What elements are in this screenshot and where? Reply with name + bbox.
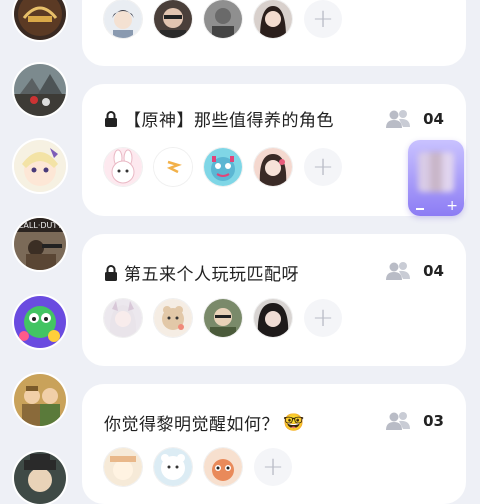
floating-room-widget[interactable]: + (408, 140, 464, 216)
member-avatar[interactable] (204, 148, 242, 186)
member-count: 04 (385, 260, 444, 282)
member-avatar[interactable] (104, 0, 142, 38)
people-icon (386, 262, 411, 280)
add-member-button[interactable]: + (254, 448, 292, 486)
member-avatar[interactable] (204, 448, 242, 486)
add-icon: + (312, 4, 334, 34)
member-avatar[interactable] (254, 148, 292, 186)
room-title: 第五来个人玩玩匹配呀 (104, 260, 299, 285)
game-icon-4[interactable]: CALL·DUTY (14, 218, 66, 270)
member-avatar[interactable] (104, 448, 142, 486)
people-icon (386, 110, 411, 128)
lock-icon (105, 110, 117, 127)
add-icon: + (312, 152, 334, 182)
member-count-value: 04 (423, 262, 444, 280)
member-avatars: + (104, 448, 292, 486)
room-card[interactable]: 你觉得黎明觉醒如何？ 🤓 03 + (82, 384, 466, 504)
room-title-text: 你觉得黎明觉醒如何？ (104, 415, 279, 435)
member-avatars: + (104, 0, 342, 38)
member-avatar[interactable] (204, 0, 242, 38)
add-member-button[interactable]: + (304, 148, 342, 186)
member-avatar[interactable] (104, 299, 142, 337)
people-icon (386, 412, 411, 430)
game-icon-3[interactable] (14, 140, 66, 192)
game-icon-5[interactable] (14, 296, 66, 348)
room-title-text: 【原神】那些值得养的角色 (124, 111, 334, 131)
game-icon-7[interactable] (14, 452, 66, 504)
nerd-face-emoji: 🤓 (283, 412, 305, 433)
add-icon: + (312, 303, 334, 333)
room-card[interactable]: 第五来个人玩玩匹配呀 04 + (82, 234, 466, 366)
indicator-dash (416, 208, 424, 210)
add-member-button[interactable]: + (304, 299, 342, 337)
member-count: 03 (385, 410, 444, 432)
add-icon: + (262, 452, 284, 482)
member-avatar[interactable] (254, 299, 292, 337)
room-card[interactable]: + (82, 0, 466, 66)
member-avatar[interactable] (154, 148, 192, 186)
game-icon-1[interactable] (14, 0, 66, 40)
member-avatars: + (104, 299, 342, 337)
member-avatar[interactable] (154, 0, 192, 38)
svg-text:CALL·DUTY: CALL·DUTY (18, 221, 62, 230)
member-count: 04 (385, 108, 444, 130)
member-avatars: + (104, 148, 342, 186)
member-avatar[interactable] (204, 299, 242, 337)
game-sidebar: CALL·DUTY (0, 0, 82, 504)
game-icon-6[interactable] (14, 374, 66, 426)
member-avatar[interactable] (104, 148, 142, 186)
add-member-button[interactable]: + (304, 0, 342, 38)
member-avatar[interactable] (154, 448, 192, 486)
member-avatar[interactable] (154, 299, 192, 337)
blurred-avatar (418, 152, 454, 192)
lock-icon (105, 264, 117, 281)
member-count-value: 04 (423, 110, 444, 128)
add-icon: + (446, 198, 458, 214)
room-title: 【原神】那些值得养的角色 (104, 106, 334, 131)
room-title: 你觉得黎明觉醒如何？ 🤓 (104, 410, 305, 436)
room-title-text: 第五来个人玩玩匹配呀 (124, 265, 299, 285)
game-icon-2[interactable] (14, 64, 66, 116)
member-count-value: 03 (423, 412, 444, 430)
member-avatar[interactable] (254, 0, 292, 38)
